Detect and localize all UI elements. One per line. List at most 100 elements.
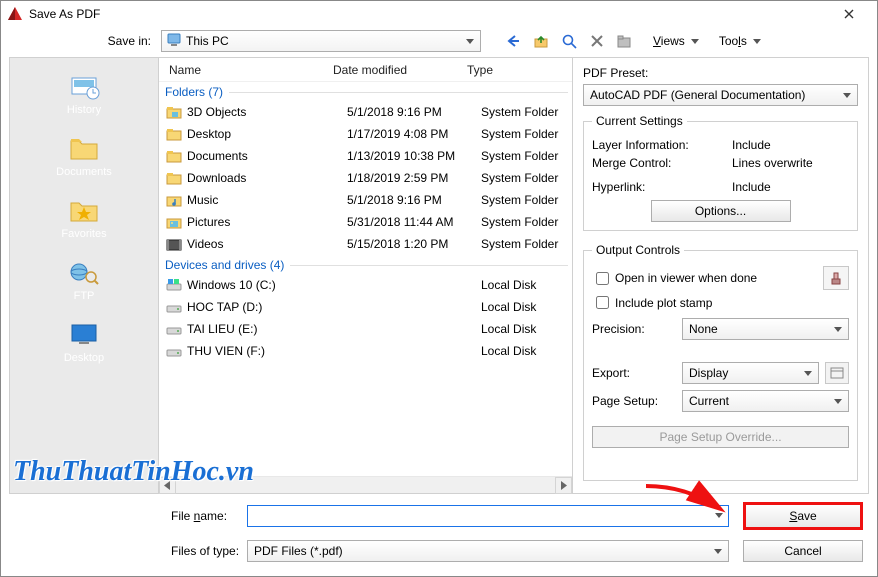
col-date[interactable]: Date modified: [327, 63, 461, 77]
item-date: 5/15/2018 1:20 PM: [347, 237, 481, 251]
pdf-settings-panel: PDF Preset: AutoCAD PDF (General Documen…: [573, 57, 869, 494]
drive-icon: [165, 299, 183, 315]
sidebar-item-desktop[interactable]: Desktop: [10, 312, 158, 374]
export-combo[interactable]: Display: [682, 362, 819, 384]
close-button[interactable]: [827, 1, 871, 27]
list-item[interactable]: Downloads1/18/2019 2:59 PMSystem Folder: [159, 167, 572, 189]
col-type[interactable]: Type: [461, 63, 572, 77]
list-item[interactable]: Windows 10 (C:)Local Disk: [159, 274, 572, 296]
new-folder-button[interactable]: [613, 30, 637, 52]
open-in-viewer-label: Open in viewer when done: [615, 271, 757, 285]
item-type: Local Disk: [481, 278, 572, 292]
folder-3d-icon: [165, 104, 183, 120]
this-pc-icon: [166, 33, 182, 49]
group-header-folders[interactable]: Folders (7): [159, 82, 572, 101]
item-type: Local Disk: [481, 344, 572, 358]
filetype-label: Files of type:: [1, 544, 247, 558]
item-type: System Folder: [481, 171, 572, 185]
page-setup-label: Page Setup:: [592, 394, 682, 408]
column-headers[interactable]: Name Date modified Type: [159, 58, 572, 82]
group-header-drives[interactable]: Devices and drives (4): [159, 255, 572, 274]
col-name[interactable]: Name: [163, 63, 327, 77]
item-type: System Folder: [481, 149, 572, 163]
item-date: 5/1/2018 9:16 PM: [347, 105, 481, 119]
up-folder-button[interactable]: [529, 30, 553, 52]
list-item[interactable]: Documents1/13/2019 10:38 PMSystem Folder: [159, 145, 572, 167]
item-date: 5/31/2018 11:44 AM: [347, 215, 481, 229]
item-type: System Folder: [481, 127, 572, 141]
item-name: TAI LIEU (E:): [187, 322, 347, 336]
scroll-right-button[interactable]: [555, 477, 572, 494]
export-label: Export:: [592, 366, 682, 380]
app-logo-icon: [7, 6, 23, 22]
sidebar-item-favorites[interactable]: Favorites: [10, 188, 158, 250]
item-type: System Folder: [481, 105, 572, 119]
filename-input[interactable]: [247, 505, 729, 527]
include-plot-stamp-label: Include plot stamp: [615, 296, 712, 310]
item-type: System Folder: [481, 237, 572, 251]
favorites-icon: [69, 197, 99, 223]
export-window-button[interactable]: [825, 362, 849, 384]
drive-icon: [165, 321, 183, 337]
places-sidebar: History Documents Favorites FTP Desktop: [9, 57, 159, 494]
video-icon: [165, 236, 183, 252]
views-menu[interactable]: Views: [653, 34, 685, 48]
savein-label: Save in:: [1, 34, 161, 48]
current-settings-legend: Current Settings: [592, 114, 687, 128]
sidebar-item-label: History: [10, 104, 158, 116]
list-item[interactable]: TAI LIEU (E:)Local Disk: [159, 318, 572, 340]
item-name: Documents: [187, 149, 347, 163]
list-item[interactable]: Videos5/15/2018 1:20 PMSystem Folder: [159, 233, 572, 255]
list-item[interactable]: Pictures5/31/2018 11:44 AMSystem Folder: [159, 211, 572, 233]
item-name: Desktop: [187, 127, 347, 141]
filetype-combo[interactable]: PDF Files (*.pdf): [247, 540, 729, 562]
horizontal-scrollbar[interactable]: [159, 476, 572, 493]
pdf-preset-combo[interactable]: AutoCAD PDF (General Documentation): [583, 84, 858, 106]
layer-info-value: Include: [732, 138, 771, 152]
open-in-viewer-checkbox[interactable]: [596, 272, 609, 285]
titlebar: Save As PDF: [1, 1, 877, 27]
tools-menu[interactable]: Tools: [719, 34, 747, 48]
back-button[interactable]: [501, 30, 525, 52]
savein-value: This PC: [186, 34, 229, 48]
plot-stamp-button[interactable]: [823, 266, 849, 290]
pdf-preset-label: PDF Preset:: [583, 66, 858, 80]
scroll-left-button[interactable]: [159, 477, 176, 494]
folder-icon: [69, 135, 99, 161]
include-plot-stamp-checkbox[interactable]: [596, 296, 609, 309]
delete-button[interactable]: [585, 30, 609, 52]
item-name: HOC TAP (D:): [187, 300, 347, 314]
folder-icon: [165, 126, 183, 142]
item-type: Local Disk: [481, 300, 572, 314]
current-settings-group: Current Settings Layer Information:Inclu…: [583, 114, 858, 231]
list-item[interactable]: THU VIEN (F:)Local Disk: [159, 340, 572, 362]
list-item[interactable]: Music5/1/2018 9:16 PMSystem Folder: [159, 189, 572, 211]
page-setup-combo[interactable]: Current: [682, 390, 849, 412]
item-date: 5/1/2018 9:16 PM: [347, 193, 481, 207]
hyperlink-value: Include: [732, 180, 771, 194]
save-button[interactable]: SaveSave: [743, 502, 863, 530]
precision-combo[interactable]: None: [682, 318, 849, 340]
savein-combo[interactable]: This PC: [161, 30, 481, 52]
sidebar-item-label: Desktop: [10, 352, 158, 364]
list-item[interactable]: HOC TAP (D:) Local Disk: [159, 296, 572, 318]
cancel-button[interactable]: Cancel: [743, 540, 863, 562]
pictures-icon: [165, 214, 183, 230]
ftp-icon: [69, 259, 99, 285]
list-item[interactable]: Desktop1/17/2019 4:08 PMSystem Folder: [159, 123, 572, 145]
item-name: Pictures: [187, 215, 347, 229]
merge-control-value: Lines overwrite: [732, 156, 813, 170]
list-item[interactable]: 3D Objects5/1/2018 9:16 PMSystem Folder: [159, 101, 572, 123]
bottom-panel: File name: SaveSave Files of type: PDF F…: [1, 494, 877, 576]
sidebar-item-ftp[interactable]: FTP: [10, 250, 158, 312]
options-button[interactable]: Options...: [651, 200, 791, 222]
drive-icon: [165, 343, 183, 359]
item-name: Videos: [187, 237, 347, 251]
search-button[interactable]: [557, 30, 581, 52]
sidebar-item-history[interactable]: History: [10, 64, 158, 126]
history-icon: [68, 72, 100, 100]
sidebar-item-documents[interactable]: Documents: [10, 126, 158, 188]
item-name: Downloads: [187, 171, 347, 185]
filename-label: File name:: [1, 509, 247, 523]
caret-down-icon: [466, 39, 474, 44]
